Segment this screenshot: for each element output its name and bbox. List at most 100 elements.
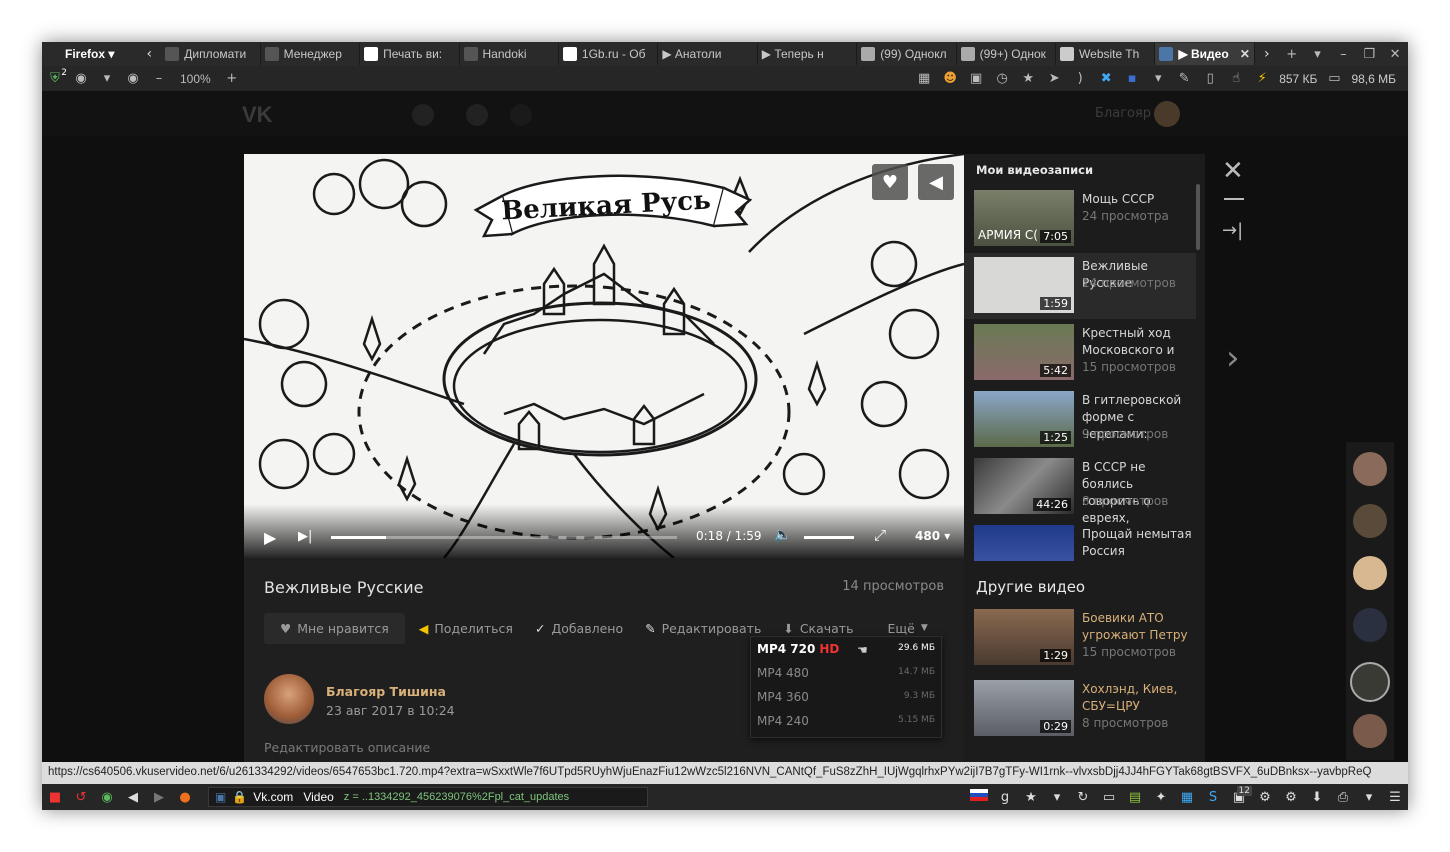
dropdown-icon[interactable]: ▾	[94, 71, 120, 86]
edit-button[interactable]: ✎ Редактировать	[645, 621, 761, 636]
author-avatar[interactable]	[264, 674, 314, 724]
tabs-scroll-right-icon[interactable]: ›	[1255, 46, 1279, 62]
my-video-item[interactable]: 5:42 Крестный ход Московского и 15 просм…	[964, 320, 1196, 386]
friend-avatar[interactable]	[1353, 452, 1387, 486]
zoom-in-icon[interactable]: +	[219, 71, 245, 86]
addon-icon[interactable]: ◉	[120, 71, 146, 86]
dropdown-icon[interactable]: ▾	[1356, 790, 1382, 805]
play-icon[interactable]: ▶	[264, 528, 276, 547]
tab-6[interactable]: ▶ Анатоли	[658, 43, 758, 65]
tab-5[interactable]: 1Gb.ru - Об	[559, 43, 659, 65]
friend-avatar[interactable]	[1353, 556, 1387, 590]
sidebar-scrollbar[interactable]	[1196, 184, 1200, 250]
dropdown-icon[interactable]: ▾	[1044, 790, 1070, 805]
google-icon[interactable]: g	[992, 790, 1018, 805]
download-option-240[interactable]: MP4 240 5.15 МБ	[751, 709, 941, 733]
send-icon[interactable]: ➤	[1041, 71, 1067, 86]
quality-selector[interactable]: 480 ▾	[915, 529, 950, 543]
forward-icon[interactable]: ▶	[146, 790, 172, 805]
download-option-360[interactable]: MP4 360 9.3 МБ	[751, 685, 941, 709]
tab-1[interactable]: Дипломати	[161, 43, 261, 65]
firefox-menu-button[interactable]: Firefox ▾	[42, 42, 137, 66]
russian-flag-icon[interactable]	[966, 789, 992, 805]
next-video-chevron-icon[interactable]: ›	[1226, 338, 1240, 378]
address-section[interactable]: Video	[303, 790, 333, 804]
tabs-scroll-left-icon[interactable]: ‹	[137, 46, 161, 62]
pen-icon[interactable]: ✎	[1171, 71, 1197, 86]
stop-icon[interactable]: ■	[42, 790, 68, 805]
vk-logo[interactable]: VK	[242, 102, 273, 128]
clipboard-icon[interactable]: ▤	[1122, 790, 1148, 805]
skype-icon[interactable]: S	[1200, 790, 1226, 805]
friend-avatar[interactable]	[1353, 608, 1387, 642]
translate-icon[interactable]: ▦	[1174, 790, 1200, 805]
tabs-list-icon[interactable]: ▾	[1305, 47, 1331, 62]
window-close-icon[interactable]: ✕	[1382, 47, 1408, 62]
history-icon[interactable]: ◷	[989, 71, 1015, 86]
settings-icon[interactable]: ⚙	[1278, 790, 1304, 805]
download-option-480[interactable]: MP4 480 14.7 МБ	[751, 661, 941, 685]
tab-9[interactable]: (99+) Однок	[957, 43, 1057, 65]
notifications-icon[interactable]: ▣ 12	[1226, 785, 1252, 805]
next-track-icon[interactable]: ▶|	[298, 529, 312, 544]
face-icon[interactable]: ☻	[937, 71, 963, 86]
reader-icon[interactable]: ▭	[1096, 790, 1122, 805]
address-bar[interactable]: ▣ 🔒 Vk.com Video z = ..1334292_456239076…	[208, 787, 648, 807]
grid-icon[interactable]: ▦	[911, 71, 937, 86]
save-icon[interactable]: ▪	[1119, 71, 1145, 86]
search-icon[interactable]	[412, 104, 434, 126]
shield-icon[interactable]: ⛨ 2	[42, 68, 68, 86]
my-video-item[interactable]: Прощай немытая Россия	[964, 521, 1196, 561]
download-option-720[interactable]: MP4 720 HD ☚ 29.6 МБ	[751, 637, 941, 661]
bookmark-star-icon[interactable]: ★	[1018, 790, 1044, 805]
modal-close-icon[interactable]: ✕	[1222, 156, 1244, 186]
gear-icon[interactable]: ⚙	[1252, 790, 1278, 805]
notifications-icon[interactable]	[466, 104, 488, 126]
my-video-item-current[interactable]: 1:59 Вежливые Русские 14 просмотров	[964, 253, 1196, 319]
like-heart-icon[interactable]: ♥	[872, 164, 908, 200]
edit-description-link[interactable]: Редактировать описание	[264, 740, 430, 755]
other-video-item[interactable]: 1:29 Боевики АТО угрожают Петру 15 просм…	[964, 605, 1196, 671]
fullscreen-icon[interactable]: ⤢	[874, 526, 886, 544]
author-name[interactable]: Благояр Тишина	[326, 684, 446, 699]
friend-avatar[interactable]	[1350, 662, 1390, 702]
tab-11-active[interactable]: ▶ Видео ✕	[1155, 43, 1255, 65]
refresh-icon[interactable]: ↻	[1070, 790, 1096, 805]
volume-icon[interactable]: 🔈	[774, 527, 791, 543]
hand-icon[interactable]: ☝	[1223, 71, 1249, 86]
firefox-icon[interactable]: ●	[172, 790, 198, 805]
music-icon[interactable]	[510, 104, 532, 126]
print-icon[interactable]: ⎙	[1330, 790, 1356, 805]
share-megaphone-icon[interactable]: ◀	[918, 164, 954, 200]
maximize-icon[interactable]: ❐	[1356, 47, 1382, 62]
friend-avatar[interactable]	[1353, 714, 1387, 748]
tab-7[interactable]: ▶ Теперь н	[758, 43, 858, 65]
my-video-item[interactable]: АРМИЯ С( 7:05 Мощь СССР 24 просмотра	[964, 186, 1196, 252]
tab-8[interactable]: (99) Однокл	[857, 43, 957, 65]
wrench-icon[interactable]: ✦	[1148, 790, 1174, 805]
tab-10[interactable]: Website Th	[1056, 43, 1156, 65]
address-path[interactable]: z = ..1334292_456239076%2Fpl_cat_updates	[344, 791, 569, 803]
my-video-item[interactable]: 44:26 В СССР не боялись говорить о еврея…	[964, 454, 1196, 525]
back-icon[interactable]: ◀	[120, 790, 146, 805]
share-button[interactable]: ◀ Поделиться	[419, 621, 513, 636]
progress-bar[interactable]	[331, 536, 677, 539]
reader-icon[interactable]: ▣	[963, 71, 989, 86]
user-avatar[interactable]	[1154, 101, 1180, 127]
user-name[interactable]: Благояр	[1095, 106, 1151, 121]
modal-minimize-icon[interactable]	[1224, 198, 1244, 200]
volume-slider[interactable]	[804, 536, 854, 539]
bookmark-icon[interactable]: ▯	[1197, 71, 1223, 86]
tab-2[interactable]: Менеджер	[261, 43, 361, 65]
address-site[interactable]: Vk.com	[253, 790, 293, 804]
download-button[interactable]: ⬇ Скачать	[783, 621, 853, 636]
more-button[interactable]: Ещё ▼	[887, 621, 927, 636]
extension-icon[interactable]: ✖	[1093, 71, 1119, 86]
menu-icon[interactable]: ☰	[1382, 790, 1408, 805]
like-button[interactable]: ♥ Мне нравится	[264, 612, 405, 644]
zoom-out-icon[interactable]: –	[146, 71, 172, 86]
new-tab-icon[interactable]: +	[1279, 47, 1305, 62]
friend-avatar[interactable]	[1353, 504, 1387, 538]
download-icon[interactable]: ⬇	[1304, 790, 1330, 805]
video-player[interactable]: Великая Русь ♥ ◀ ▶ ▶| 0:18 / 1:59 🔈 ⤢ 48…	[244, 154, 964, 558]
